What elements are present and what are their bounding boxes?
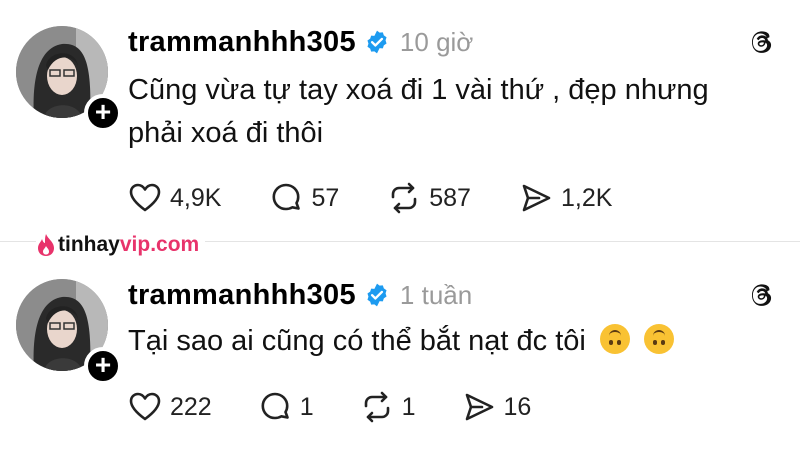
threads-logo-icon[interactable] [748, 28, 776, 56]
post-text-line: Tại sao ai cũng có thể bắt nạt đc tôi [128, 325, 586, 357]
avatar-container[interactable]: + [16, 26, 122, 132]
username[interactable]: trammanhhh305 [128, 279, 356, 312]
reply-count: 57 [311, 183, 340, 212]
share-icon [465, 393, 493, 421]
heart-icon [129, 183, 161, 212]
heart-icon [129, 392, 161, 421]
follow-plus-button[interactable]: + [84, 94, 122, 132]
post-text: Tại sao ai cũng có thể bắt nạt đc tôi [128, 320, 778, 363]
post-text: Cũng vừa tự tay xoá đi 1 vài thứ , đẹp n… [128, 69, 778, 155]
reply-button[interactable]: 57 [269, 181, 339, 215]
post-header: trammanhhh305 1 tuần [128, 277, 472, 313]
avatar-container[interactable]: + [16, 279, 122, 385]
post-text-line: Cũng vừa tự tay xoá đi 1 vài thứ , đẹp n… [128, 74, 709, 106]
repost-button[interactable]: 1 [360, 390, 416, 424]
verified-badge-icon [367, 30, 387, 54]
like-count: 4,9K [170, 183, 222, 212]
watermark-brand-part1: tinhay [58, 233, 120, 256]
thread-post: + trammanhhh305 1 tuần Tại sao ai cũng c… [0, 262, 800, 450]
watermark-brand-part2: vip [119, 233, 151, 256]
like-count: 222 [170, 392, 212, 421]
watermark-brand-part3: .com [150, 233, 200, 256]
verified-badge-icon [367, 283, 387, 307]
reply-count: 1 [299, 392, 314, 421]
reply-button[interactable]: 1 [258, 390, 314, 424]
repost-count: 1 [401, 392, 416, 421]
repost-icon [364, 391, 389, 423]
comment-icon [272, 183, 301, 211]
repost-button[interactable]: 587 [387, 181, 471, 215]
repost-icon [391, 182, 417, 214]
upside-down-face-emoji-icon [643, 324, 674, 354]
upside-down-face-emoji-icon [599, 324, 630, 354]
share-count: 1,2K [560, 183, 613, 212]
follow-plus-button[interactable]: + [84, 347, 122, 385]
share-button[interactable]: 16 [462, 390, 532, 424]
thread-post: + trammanhhh305 10 giờ Cũng vừa tự tay x… [0, 0, 800, 240]
share-icon [522, 184, 551, 212]
share-count: 16 [503, 392, 532, 421]
comment-icon [261, 392, 289, 420]
post-time: 1 tuần [399, 279, 473, 310]
like-button[interactable]: 222 [128, 390, 212, 424]
share-button[interactable]: 1,2K [519, 181, 612, 215]
repost-count: 587 [429, 183, 471, 212]
post-header: trammanhhh305 10 giờ [128, 24, 473, 60]
threads-logo-icon[interactable] [748, 281, 776, 309]
post-text-line: phải xoá đi thôi [128, 117, 324, 149]
username[interactable]: trammanhhh305 [128, 26, 356, 59]
watermark-text: tinhayvip.com [58, 233, 199, 257]
action-bar: 4,9K 57 587 1,2K [128, 180, 660, 216]
like-button[interactable]: 4,9K [128, 181, 221, 215]
flame-icon [38, 234, 54, 256]
action-bar: 222 1 1 16 [128, 389, 577, 425]
watermark: tinhayvip.com [36, 232, 206, 258]
post-time: 10 giờ [399, 26, 474, 57]
